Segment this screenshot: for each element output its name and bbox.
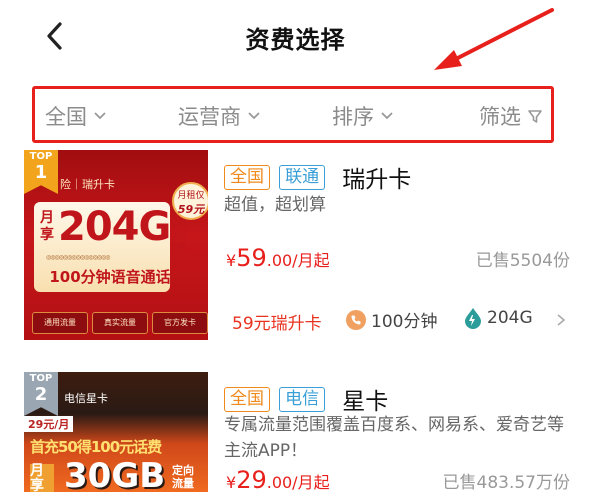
feature-plan-label: 59元瑞升卡 [232, 314, 322, 334]
chevron-right-icon[interactable] [556, 313, 566, 327]
card-name: 瑞升卡 [342, 167, 412, 193]
thumb-footer: 通用流量 真实流量 官方发卡 [32, 312, 208, 334]
filter-operator[interactable]: 运营商 [178, 101, 261, 131]
thumb-data-side: 定向流量 [172, 464, 194, 490]
price-int: 59 [236, 244, 267, 272]
thumb-promo-note: ◎◎◎◎◎◎◎◎◎◎◎◎◎◎◎ [46, 254, 111, 261]
chevron-down-icon [248, 112, 260, 120]
header: 资费选择 [0, 0, 591, 76]
annotation-arrow-icon [434, 8, 554, 70]
price-int: 29 [236, 466, 267, 492]
filter-operator-label: 运营商 [178, 105, 241, 129]
filter-bar: 全国 运营商 排序 筛选 [32, 86, 554, 143]
thumb-icon2: 真实流量 [92, 312, 148, 334]
filter-screen[interactable]: 筛选 [479, 101, 543, 131]
tag-operator: 电信 [279, 386, 326, 412]
filter-sort[interactable]: 排序 [332, 101, 394, 131]
thumb-brand: 电信星卡 [64, 392, 108, 405]
feature-voice-label: 100分钟 [371, 312, 438, 332]
filter-region[interactable]: 全国 [45, 101, 107, 131]
price-suffix: .00/月起 [266, 251, 330, 270]
card-price: ¥59.00/月起 [226, 244, 330, 272]
thumb-brand: ⁠险｜瑞升卡 [60, 178, 115, 191]
tag-region: 全国 [224, 386, 270, 412]
badge-top: 月租仅 [177, 191, 205, 201]
plan-card[interactable]: TOP 2 电信星卡 29元/月 首充50得100元话费 月享 30GB 定向流… [24, 372, 584, 492]
thumb-data: 204G [58, 204, 171, 250]
thumb-promo: 首充50得100元话费 [30, 438, 162, 456]
rank-ribbon: TOP 2 [24, 372, 58, 416]
chevron-down-icon [94, 112, 106, 120]
badge-price: 59元 [177, 203, 205, 216]
rank-number: 1 [34, 162, 48, 183]
thumb-icon1: 通用流量 [32, 312, 88, 334]
feature-plan: 59元瑞升卡 [232, 309, 322, 334]
tag-operator: 联通 [279, 164, 326, 190]
rank-number: 2 [34, 384, 48, 405]
price-symbol: ¥ [226, 251, 237, 270]
feature-data-label: 204G [487, 308, 533, 328]
price-symbol: ¥ [226, 473, 237, 492]
card-desc: 专属流量范围覆盖百度系、网易系、爱奇艺等主流APP！ [224, 415, 564, 461]
price-suffix: .00/月起 [266, 473, 330, 492]
chevron-down-icon [381, 112, 393, 120]
card-title-row: 全国 电信 星卡 [224, 382, 388, 416]
data-drop-icon [465, 308, 481, 329]
card-desc: 超值，超划算 [224, 195, 326, 215]
tag-region: 全国 [224, 164, 270, 190]
filter-icon [528, 110, 542, 123]
rank-ribbon: TOP 1 [24, 150, 58, 194]
filter-screen-label: 筛选 [479, 105, 521, 129]
card-title-row: 全国 联通 瑞升卡 [224, 160, 411, 194]
price-badge: 月租仅 59元 [172, 182, 208, 220]
thumb-icon3: 官方发卡 [152, 312, 208, 334]
badge-top: 29元/月 [24, 416, 74, 432]
plan-card[interactable]: TOP 1 ⁠险｜瑞升卡 月租仅 59元 月享 204G 全国通用流量 ◎◎◎◎… [24, 150, 584, 350]
phone-icon [346, 309, 366, 330]
feature-voice: 100分钟 [346, 307, 437, 332]
filter-sort-label: 排序 [332, 105, 374, 129]
filter-region-label: 全国 [45, 105, 87, 129]
plan-thumbnail: TOP 2 电信星卡 29元/月 首充50得100元话费 月享 30GB 定向流… [24, 372, 208, 492]
thumb-data: 30GB [64, 456, 166, 492]
sold-count: 已售5504份 [475, 251, 570, 271]
thumb-data-side: 全国通用流量 [170, 222, 186, 251]
card-price: ¥29.00/月起 [226, 466, 330, 492]
thumb-voice: 100分钟语音通话 [49, 268, 171, 286]
month-label: 月享 [30, 464, 54, 492]
sold-count: 已售483.57万份 [442, 473, 570, 492]
feature-data: 204G [464, 307, 533, 329]
plan-thumbnail: TOP 1 ⁠险｜瑞升卡 月租仅 59元 月享 204G 全国通用流量 ◎◎◎◎… [24, 150, 208, 340]
